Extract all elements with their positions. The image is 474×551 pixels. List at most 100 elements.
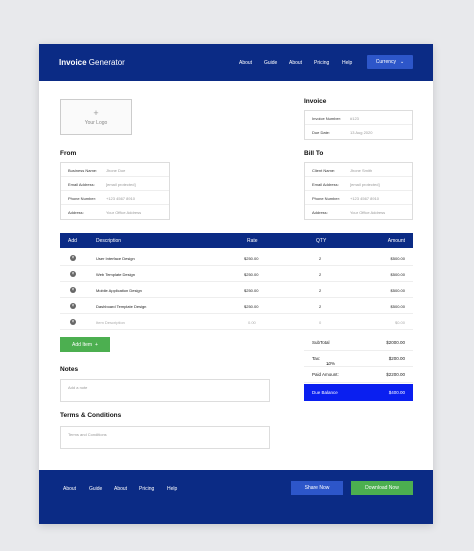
footer-nav-guide[interactable]: Guide [89,486,102,492]
from-heading: From [60,150,77,157]
bill-to-row: Client Name: Jhone Smith [305,163,412,177]
item-amount: $500.00 [390,304,405,309]
nav-about-2[interactable]: About [289,60,302,66]
download-button[interactable]: Download Now [351,481,413,495]
item-amount: $0.00 [394,320,405,325]
subtotal-label: SubTotal [312,340,330,345]
invoice-number-field[interactable]: #123 [350,116,359,121]
table-row: × Item Description 0.00 0 $0.00 [60,314,413,330]
plus-icon: + [95,341,98,348]
item-rate[interactable]: $250.00 [244,304,258,309]
remove-icon[interactable]: × [70,303,76,309]
col-description: Description [96,238,122,244]
footer-nav-pricing[interactable]: Pricing [139,486,154,492]
from-info: Business Name: Jhone Doe Email Address: [e… [60,162,170,220]
due-date-row: Due Date: 13 Aug 2020 [305,125,412,139]
notes-textarea[interactable]: Add a note [60,379,270,402]
from-email-field[interactable]: [email protected] [106,182,136,187]
item-rate[interactable]: 0.00 [248,320,256,325]
items-table-header: Add Description Rate QTY Amount [60,233,413,248]
due-label: Due Balance [312,390,338,395]
invoice-page: Invoice Generator About Guide About Pric… [39,44,433,524]
tax-value: $200.00 [388,356,405,361]
nav-about[interactable]: About [239,60,252,66]
chevron-down-icon: ⌄ [400,59,405,65]
from-address-field[interactable]: Your Office Address [106,210,141,215]
client-email-label: Email Address: [312,182,339,187]
business-name-field[interactable]: Jhone Doe [106,168,125,173]
item-rate[interactable]: $250.00 [244,256,258,261]
bill-to-row: Phone Number: +123 4567 8910 [305,191,412,205]
item-description[interactable]: Web Template Design [96,272,135,277]
remove-icon[interactable]: × [70,287,76,293]
remove-icon[interactable]: × [70,319,76,325]
client-email-field[interactable]: [email protected] [350,182,380,187]
footer: About Guide About Pricing Help Share Now… [39,470,433,524]
due-date-label: Due Date: [312,130,331,135]
tax-row: Tax: 10% ⌄ $200.00 [304,351,413,367]
from-address-label: Address: [68,210,84,215]
client-name-label: Client Name: [312,168,336,173]
item-qty[interactable]: 2 [319,304,321,309]
client-address-field[interactable]: Your Office Address [350,210,385,215]
table-row: × Mobile Application Design $250.00 2 $5… [60,282,413,298]
footer-nav-help[interactable]: Help [167,486,177,492]
share-button[interactable]: Share Now [291,481,343,495]
item-rate[interactable]: $250.00 [244,272,258,277]
tax-label: Tax: [312,356,321,361]
remove-icon[interactable]: × [70,271,76,277]
business-name-label: Business Name: [68,168,98,173]
terms-heading: Terms & Conditions [60,412,122,419]
item-qty[interactable]: 2 [319,288,321,293]
from-email-label: Email Address: [68,182,95,187]
remove-icon[interactable]: × [70,255,76,261]
add-item-button[interactable]: Add Item + [60,337,110,352]
currency-dropdown[interactable]: Currency ⌄ [367,55,413,69]
invoice-number-label: Invoice Number: [312,116,342,121]
top-navbar: Invoice Generator About Guide About Pric… [39,44,433,81]
item-amount: $500.00 [390,272,405,277]
terms-textarea[interactable]: Terms and Conditions [60,426,270,449]
item-description[interactable]: Dashboard Template Design [96,304,146,309]
add-item-label: Add Item [72,341,93,348]
table-row: × Web Template Design $250.00 2 $500.00 [60,266,413,282]
client-address-label: Address: [312,210,328,215]
footer-nav-about-2[interactable]: About [114,486,127,492]
bill-to-heading: Bill To [304,150,324,157]
footer-nav-about[interactable]: About [63,486,76,492]
due-value: $400.00 [388,390,405,395]
table-row: × Dashboard Template Design $250.00 2 $5… [60,298,413,314]
from-row: Email Address: [email protected] [61,177,169,191]
currency-label: Currency [375,59,397,65]
logo-upload[interactable]: + Your Logo [60,99,132,135]
due-date-field[interactable]: 13 Aug 2020 [350,130,372,135]
from-row: Phone Number: +123 4567 8910 [61,191,169,205]
col-rate: Rate [247,238,258,244]
client-phone-field[interactable]: +123 4567 8910 [350,196,379,201]
subtotal-value: $2000.00 [386,340,405,345]
item-amount: $500.00 [390,288,405,293]
paid-label: Paid Amount: [312,372,339,377]
item-description[interactable]: User Interface Design [96,256,135,261]
item-qty[interactable]: 2 [319,256,321,261]
brand-logo[interactable]: Invoice Generator [59,58,125,67]
nav-help[interactable]: Help [342,60,352,66]
nav-guide[interactable]: Guide [264,60,277,66]
from-row: Address: Your Office Address [61,205,169,219]
nav-pricing[interactable]: Pricing [314,60,329,66]
plus-icon: + [93,107,99,118]
col-add: Add [68,238,77,244]
item-rate[interactable]: $250.00 [244,288,258,293]
bill-to-info: Client Name: Jhone Smith Email Address: [e… [304,162,413,220]
notes-heading: Notes [60,366,79,373]
item-description[interactable]: Mobile Application Design [96,288,142,293]
subtotal-row: SubTotal $2000.00 [304,335,413,351]
invoice-heading: Invoice [304,98,327,105]
table-row: × User Interface Design $250.00 2 $500.0… [60,250,413,266]
paid-value[interactable]: $2200.00 [386,372,405,377]
client-name-field[interactable]: Jhone Smith [350,168,372,173]
item-qty[interactable]: 2 [319,272,321,277]
item-qty[interactable]: 0 [319,320,321,325]
from-phone-field[interactable]: +123 4567 8910 [106,196,135,201]
item-description[interactable]: Item Description [96,320,125,325]
